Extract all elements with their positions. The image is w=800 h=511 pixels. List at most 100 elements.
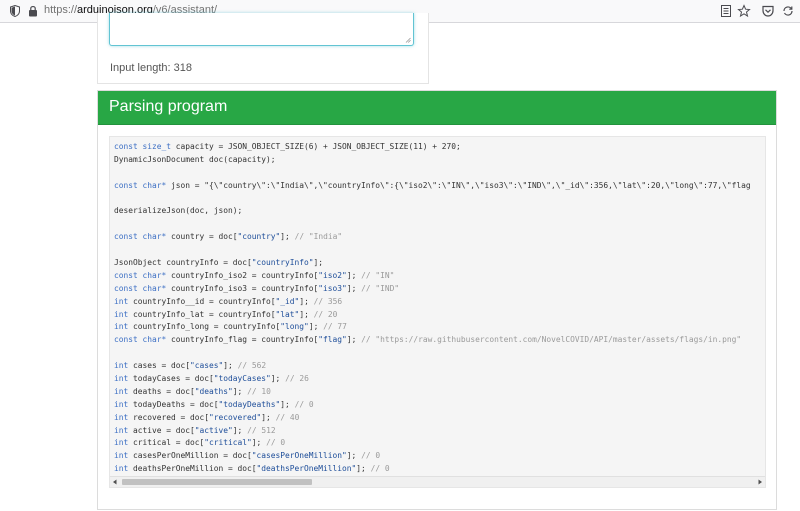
code-token: "recovered" [209, 412, 262, 422]
code-token: active = doc[ [128, 425, 195, 435]
code-token: ]; [356, 464, 371, 474]
code-token: // 562 [237, 361, 267, 371]
page-margin [0, 23, 97, 511]
code-token: // "India" [294, 232, 343, 242]
code-token: const char* [114, 283, 167, 293]
scroll-left-arrow-icon[interactable] [112, 479, 118, 485]
code-line: const char* countryInfo_flag = countryIn… [114, 334, 751, 347]
code-token: int [114, 425, 129, 435]
code-token: "todayCases" [213, 374, 271, 384]
code-token: "long" [280, 322, 309, 332]
code-token: int [114, 361, 129, 371]
code-token: // "https://raw.githubusercontent.com/No… [361, 335, 742, 345]
code-token: int [114, 296, 129, 306]
code-token: ]; [261, 412, 276, 422]
code-token: "deathsPerOneMillion" [256, 464, 357, 474]
code-line: const char* json = "{\"country\":\"India… [114, 180, 751, 193]
code-line: int deaths = doc["deaths"]; // 10 [114, 386, 751, 399]
code-line: int todayDeaths = doc["todayDeaths"]; //… [114, 399, 751, 412]
code-line: int cases = doc["cases"]; // 562 [114, 360, 751, 373]
lock-icon[interactable] [28, 5, 38, 17]
code-token: cases = doc[ [128, 361, 191, 371]
scrollbar-thumb[interactable] [122, 479, 312, 485]
code-line: int recovered = doc["recovered"]; // 40 [114, 412, 751, 425]
code-token: int [114, 451, 129, 461]
code-token: deserializeJson(doc, json); [114, 206, 243, 216]
code-token: ]; [232, 386, 248, 396]
input-card: Input length: 318 [97, 13, 429, 84]
pocket-icon[interactable] [761, 4, 775, 18]
code-token: countryInfo_lat = countryInfo[ [128, 309, 276, 319]
code-line: JsonObject countryInfo = doc["countryInf… [114, 257, 751, 270]
code-token: // "IND" [361, 283, 400, 293]
code-token: "active" [194, 425, 233, 435]
code-token: "iso3" [318, 283, 347, 293]
code-token: ]; [313, 258, 324, 268]
code-token: ]; [346, 283, 362, 293]
code-token: country = doc[ [166, 232, 238, 242]
code-token: ]; [232, 425, 248, 435]
code-line: int countryInfo_long = countryInfo["long… [114, 321, 751, 334]
code-token: "country" [237, 232, 281, 242]
code-token: countryInfo_iso3 = countryInfo[ [166, 283, 319, 293]
code-line: const char* country = doc["country"]; //… [114, 231, 751, 244]
code-block[interactable]: const size_t capacity = JSON_OBJECT_SIZE… [109, 136, 766, 488]
code-token: critical = doc[ [128, 438, 205, 448]
code-line: DynamicJsonDocument doc(capacity); [114, 154, 751, 167]
code-token: casesPerOneMillion = doc[ [128, 451, 252, 461]
code-line: int active = doc["active"]; // 512 [114, 425, 751, 438]
code-token: deathsPerOneMillion = doc[ [128, 464, 257, 474]
scroll-right-arrow-icon[interactable] [757, 479, 763, 485]
resize-grip-icon[interactable] [405, 37, 411, 43]
sync-icon[interactable] [781, 4, 795, 18]
code-token: recovered = doc[ [128, 412, 210, 422]
bookmark-star-icon[interactable] [737, 4, 751, 18]
code-token: countryInfo__id = countryInfo[ [128, 296, 276, 306]
code-token: todayDeaths = doc[ [128, 399, 219, 409]
code-line: int critical = doc["critical"]; // 0 [114, 437, 751, 450]
code-token: const char* [114, 180, 167, 190]
code-token: "todayDeaths" [218, 399, 281, 409]
code-token: "flag" [318, 335, 347, 345]
code-token: ]; [346, 335, 362, 345]
code-token: countryInfo_iso2 = countryInfo[ [166, 270, 319, 280]
code-token: int [114, 309, 129, 319]
horizontal-scrollbar[interactable] [110, 476, 765, 487]
code-token: // "IN" [361, 270, 395, 280]
code-token: int [114, 464, 129, 474]
code-line: deserializeJson(doc, json); [114, 205, 751, 218]
panel-title: Parsing program [109, 98, 228, 115]
code-token: DynamicJsonDocument doc(capacity); [114, 154, 276, 164]
parsing-program-panel: Parsing program const size_t capacity = … [97, 90, 777, 510]
code-line: const size_t capacity = JSON_OBJECT_SIZE… [114, 141, 751, 154]
code-token: deaths = doc[ [128, 386, 195, 396]
code-token: "critical" [204, 438, 252, 448]
code-token: ]; [299, 296, 314, 306]
code-token: // 0 [361, 451, 381, 461]
code-token: // 0 [294, 399, 314, 409]
panel-header: Parsing program [98, 91, 776, 125]
code-token: countryInfo_long = countryInfo[ [128, 322, 281, 332]
code-token: // 0 [370, 464, 390, 474]
code-token: const char* [114, 270, 167, 280]
code-line: int countryInfo__id = countryInfo["_id"]… [114, 296, 751, 309]
code-line: int todayCases = doc["todayCases"]; // 2… [114, 373, 751, 386]
code-token: "lat" [275, 309, 300, 319]
code-token: const size_t [114, 142, 172, 151]
code-content[interactable]: const size_t capacity = JSON_OBJECT_SIZE… [114, 141, 751, 476]
code-token: // 10 [247, 386, 271, 396]
code-token: // 77 [323, 322, 347, 332]
json-input-textarea[interactable] [109, 13, 414, 46]
code-token: capacity = JSON_OBJECT_SIZE(6) + JSON_OB… [171, 142, 461, 151]
code-token: const char* [114, 232, 167, 242]
code-line: const char* countryInfo_iso2 = countryIn… [114, 270, 751, 283]
code-token: ]; [223, 361, 238, 371]
code-token: json = "{\"country\":\"India\",\"country… [166, 180, 751, 190]
shield-icon[interactable] [10, 5, 20, 17]
code-token: ]; [346, 451, 362, 461]
reader-view-icon[interactable] [719, 4, 733, 18]
